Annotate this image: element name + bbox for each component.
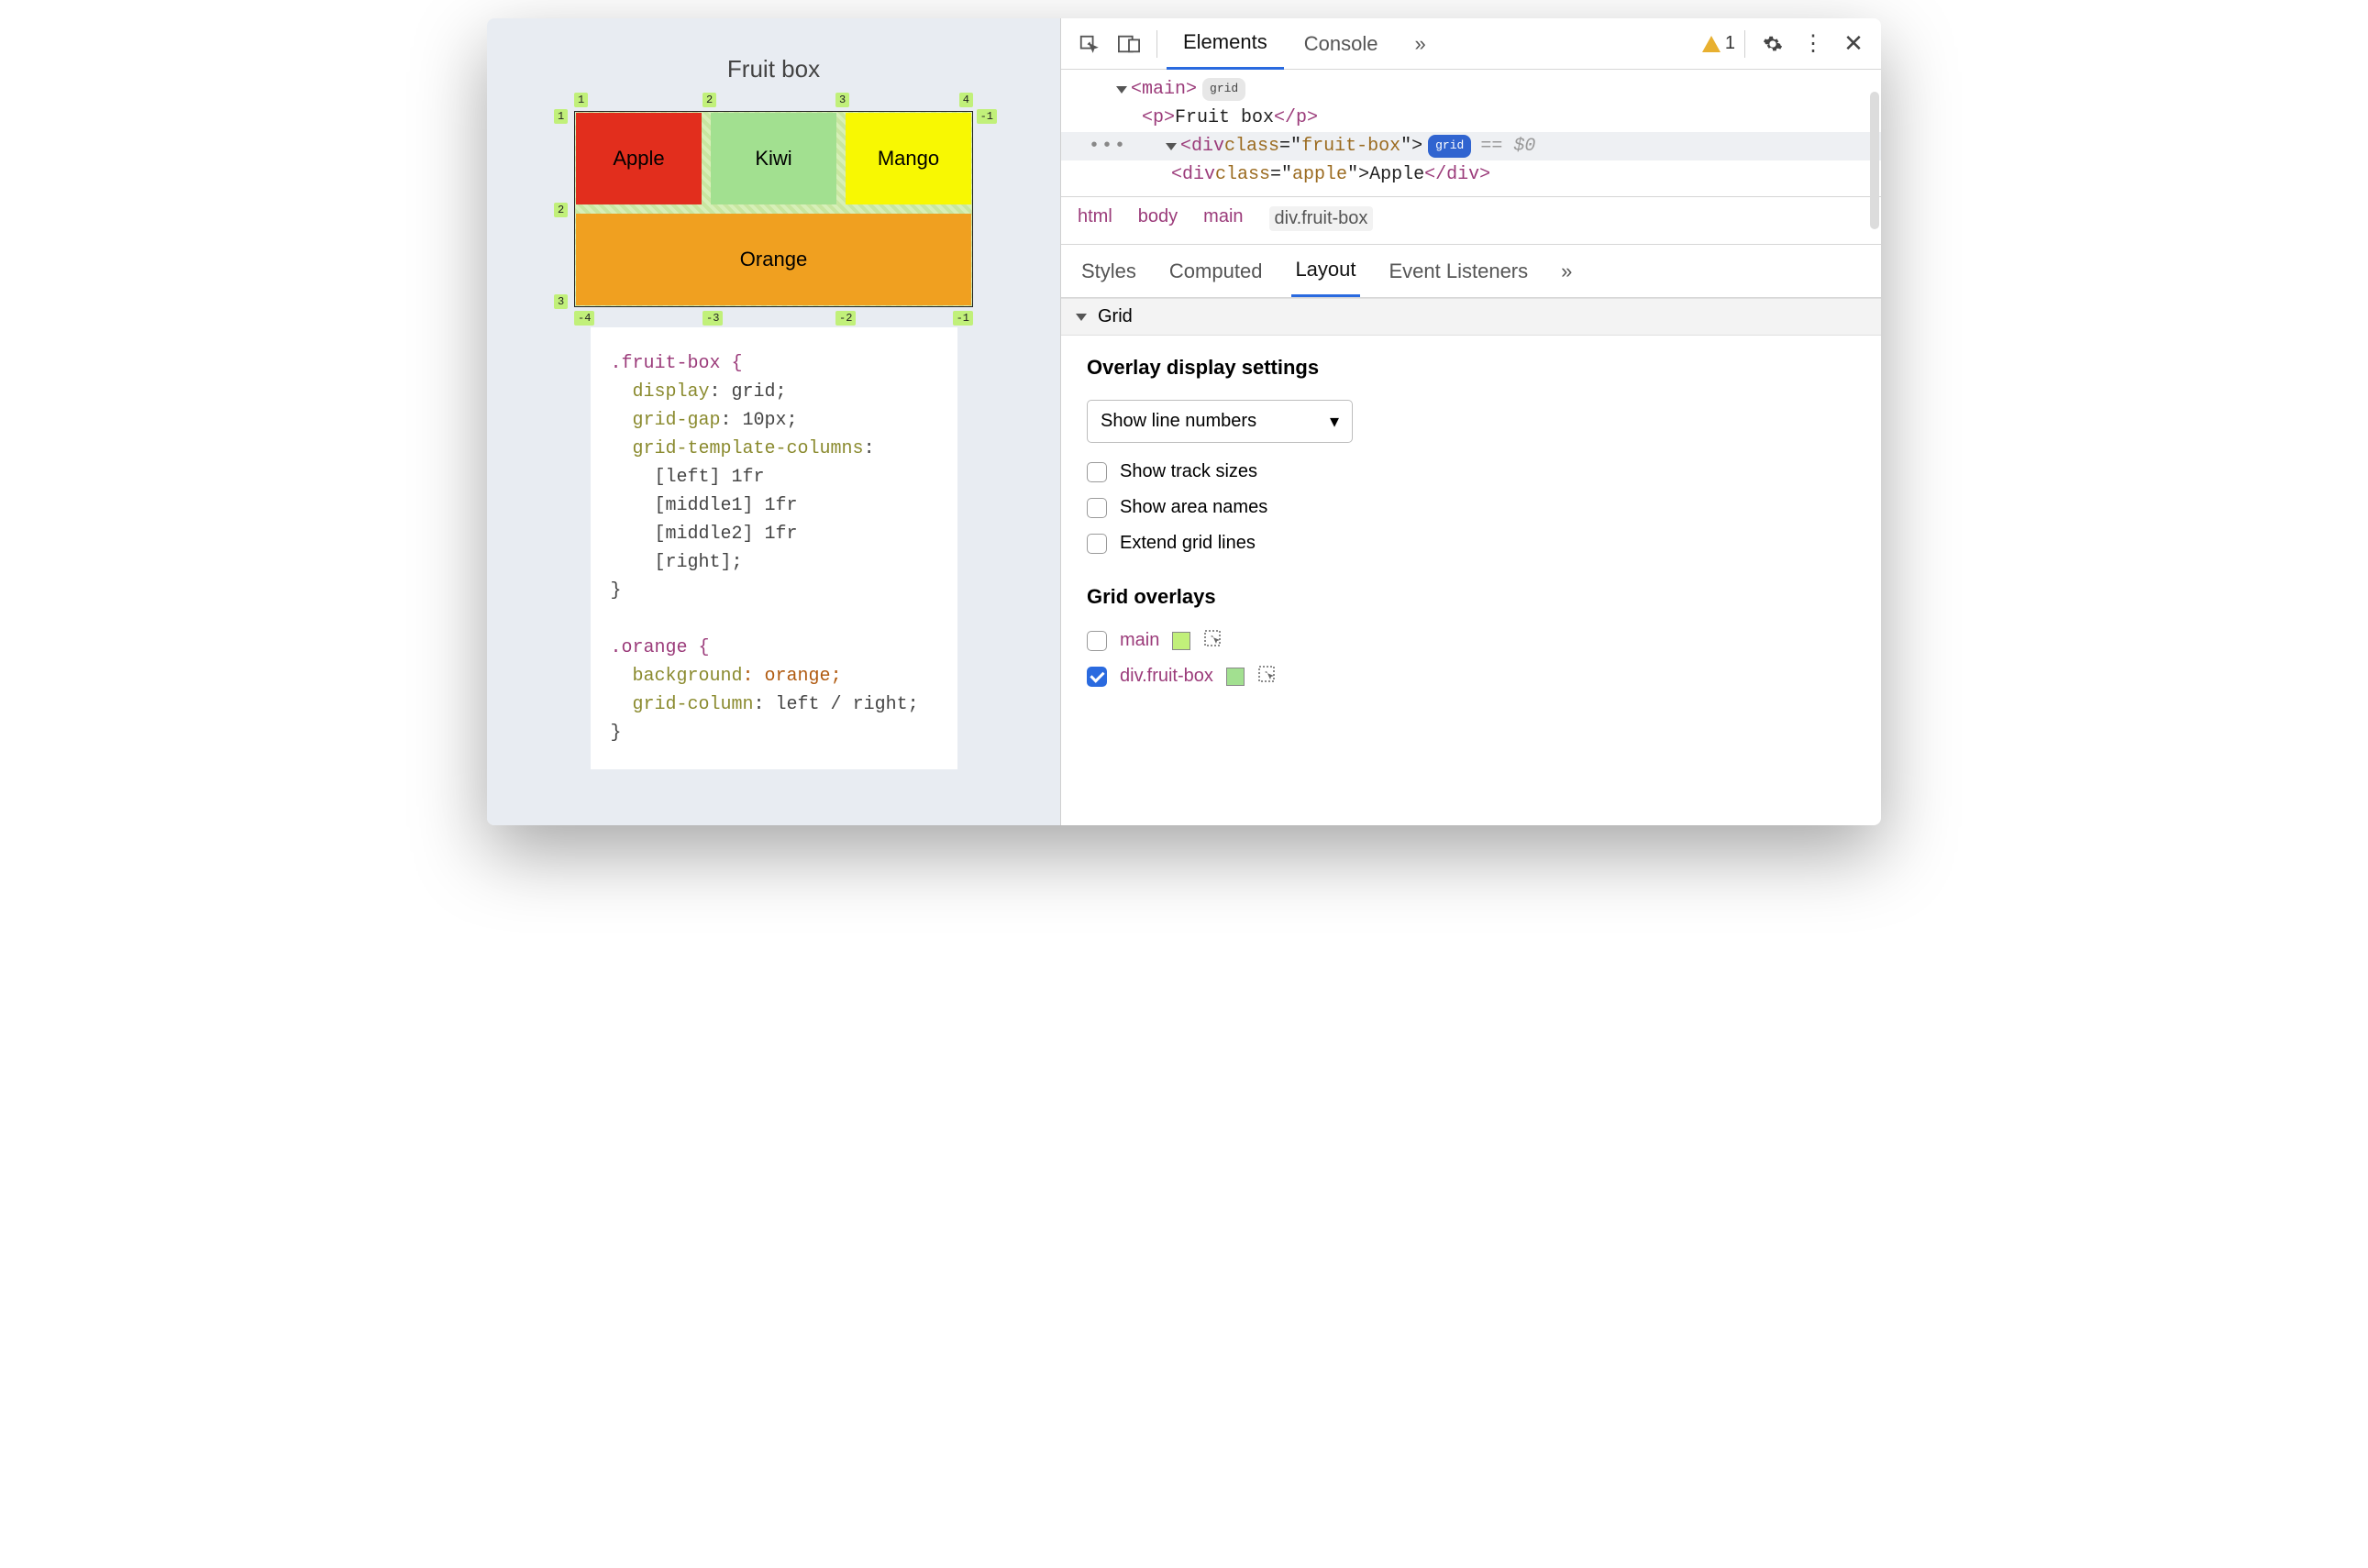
kebab-menu-icon[interactable]: ⋮	[1795, 26, 1831, 62]
overlay-row-fruit-box: div.fruit-box	[1087, 665, 1855, 688]
grid-line-number: 3	[835, 93, 849, 107]
device-toggle-icon[interactable]	[1111, 26, 1147, 62]
grid-line-number: -1	[977, 109, 997, 124]
crumb-fruit-box[interactable]: div.fruit-box	[1269, 206, 1374, 231]
tab-elements[interactable]: Elements	[1167, 18, 1284, 70]
grid-line-number: 1	[574, 93, 588, 107]
cell-mango: Mango	[846, 113, 971, 204]
sidebar-tabs: Styles Computed Layout Event Listeners »	[1061, 245, 1881, 298]
scrollbar[interactable]	[1870, 92, 1879, 229]
warning-icon	[1702, 36, 1721, 52]
dom-node-p[interactable]: <p>Fruit box</p>	[1089, 104, 1872, 132]
opt-area-names[interactable]: Show area names	[1087, 497, 1855, 518]
grid-badge[interactable]: grid	[1428, 135, 1471, 157]
cell-kiwi: Kiwi	[711, 113, 836, 204]
dom-tree[interactable]: <main> grid <p>Fruit box</p> ••• <div cl…	[1061, 70, 1881, 197]
opt-label: Show area names	[1120, 497, 1267, 518]
dom-node-selected[interactable]: ••• <div class="fruit-box"> grid == $0	[1061, 132, 1881, 160]
tab-layout[interactable]: Layout	[1291, 245, 1359, 297]
devtools-toolbar: Elements Console » 1 ⋮ ✕	[1061, 18, 1881, 70]
tab-styles[interactable]: Styles	[1078, 247, 1140, 296]
devtools-panel: Elements Console » 1 ⋮ ✕ <main> grid <p>…	[1060, 18, 1881, 825]
opt-extend-lines[interactable]: Extend grid lines	[1087, 533, 1855, 554]
tab-computed[interactable]: Computed	[1166, 247, 1267, 296]
settings-gear-icon[interactable]	[1754, 26, 1791, 62]
tabs-overflow-icon[interactable]: »	[1398, 18, 1442, 70]
toolbar-separator	[1744, 30, 1745, 58]
crumb-html[interactable]: html	[1078, 206, 1112, 231]
tab-listeners[interactable]: Event Listeners	[1386, 247, 1533, 296]
close-devtools-icon[interactable]: ✕	[1835, 26, 1872, 62]
checkbox[interactable]	[1087, 534, 1107, 554]
warning-badge[interactable]: 1	[1702, 33, 1735, 54]
crumb-main[interactable]: main	[1203, 206, 1243, 231]
grid-line-number: -1	[953, 311, 973, 326]
css-snippet: .fruit-box { display: grid; grid-gap: 10…	[591, 327, 957, 769]
grid-line-number: 3	[554, 294, 568, 309]
overlay-settings-title: Overlay display settings	[1087, 356, 1855, 380]
cell-apple: Apple	[576, 113, 702, 204]
grid-line-number: 1	[554, 109, 568, 124]
opt-track-sizes[interactable]: Show track sizes	[1087, 461, 1855, 482]
chevron-down-icon: ▾	[1330, 410, 1339, 433]
grid-badge[interactable]: grid	[1202, 78, 1245, 100]
overlay-element[interactable]: main	[1120, 630, 1159, 651]
inspect-icon[interactable]	[1070, 26, 1107, 62]
collapse-icon[interactable]	[1076, 314, 1087, 321]
dom-node-main[interactable]: <main> grid	[1089, 75, 1872, 104]
page-preview: Fruit box Apple Kiwi Mango Orange 1 2 3 …	[487, 18, 1060, 825]
line-numbers-value: Show line numbers	[1101, 411, 1256, 432]
expand-icon[interactable]	[1166, 143, 1177, 150]
highlight-element-icon[interactable]	[1203, 629, 1222, 652]
overlay-row-main: main	[1087, 629, 1855, 652]
toolbar-separator	[1156, 30, 1157, 58]
dom-node-apple[interactable]: <div class="apple">Apple</div>	[1089, 160, 1872, 189]
crumb-body[interactable]: body	[1138, 206, 1178, 231]
overlay-checkbox[interactable]	[1087, 631, 1107, 651]
warning-count: 1	[1725, 33, 1735, 54]
grid-section-header[interactable]: Grid	[1061, 298, 1881, 336]
grid-line-number: -4	[574, 311, 594, 326]
opt-label: Extend grid lines	[1120, 533, 1256, 554]
grid-overlay-wrap: Apple Kiwi Mango Orange 1 2 3 4 1 2 3 -1…	[574, 111, 973, 307]
grid-line-number: 2	[703, 93, 716, 107]
overlay-element[interactable]: div.fruit-box	[1120, 666, 1213, 687]
more-actions-icon[interactable]: •••	[1089, 132, 1127, 160]
overlay-color-swatch[interactable]	[1172, 632, 1190, 650]
grid-overlays-title: Grid overlays	[1087, 585, 1855, 609]
grid-line-number: -3	[703, 311, 723, 326]
page-title: Fruit box	[727, 55, 820, 83]
highlight-element-icon[interactable]	[1257, 665, 1276, 688]
cell-orange: Orange	[576, 214, 971, 305]
checkbox[interactable]	[1087, 498, 1107, 518]
app-root: Fruit box Apple Kiwi Mango Orange 1 2 3 …	[487, 18, 1881, 825]
selected-ref: == $0	[1480, 132, 1535, 160]
opt-label: Show track sizes	[1120, 461, 1257, 482]
grid-section-label: Grid	[1098, 306, 1133, 327]
overlay-checkbox[interactable]	[1087, 667, 1107, 687]
line-numbers-select[interactable]: Show line numbers ▾	[1087, 400, 1353, 443]
breadcrumb: html body main div.fruit-box	[1061, 197, 1881, 245]
subtabs-overflow-icon[interactable]: »	[1557, 247, 1576, 296]
fruit-box-grid: Apple Kiwi Mango Orange	[574, 111, 973, 307]
grid-line-number: 2	[554, 203, 568, 217]
overlay-display-settings: Overlay display settings Show line numbe…	[1061, 336, 1881, 721]
grid-line-number: -2	[835, 311, 856, 326]
grid-line-number: 4	[959, 93, 973, 107]
checkbox[interactable]	[1087, 462, 1107, 482]
overlay-color-swatch[interactable]	[1226, 668, 1245, 686]
expand-icon[interactable]	[1116, 86, 1127, 94]
tab-console[interactable]: Console	[1288, 18, 1395, 70]
